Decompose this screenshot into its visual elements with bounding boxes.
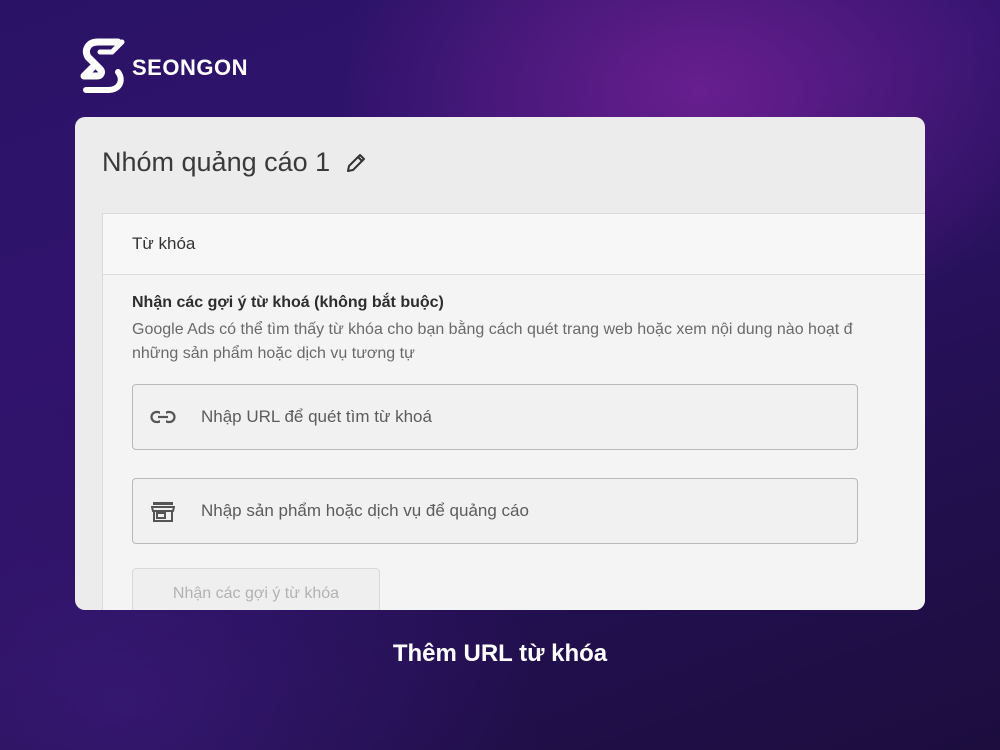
url-input[interactable] xyxy=(199,406,803,428)
ad-group-panel: Nhóm quảng cáo 1 Từ khóa Nhận các gợi ý … xyxy=(75,117,925,610)
description-line-1: Google Ads có thể tìm thấy từ khóa cho b… xyxy=(132,321,853,338)
store-icon xyxy=(149,499,177,523)
product-input[interactable] xyxy=(199,500,803,522)
page-title: Nhóm quảng cáo 1 xyxy=(102,147,368,178)
description-line-2: những sản phẩm hoặc dịch vụ tương tự xyxy=(132,345,415,362)
url-field[interactable] xyxy=(132,384,858,450)
brand: SEONGON xyxy=(78,36,248,96)
keyword-suggestions-section: Nhận các gợi ý từ khoá (không bắt buộc) … xyxy=(132,294,925,366)
keywords-header-label: Từ khóa xyxy=(132,234,196,253)
suggestions-title: Nhận các gợi ý từ khoá (không bắt buộc) xyxy=(132,294,444,311)
link-icon xyxy=(149,405,177,429)
product-field[interactable] xyxy=(132,478,858,544)
suggestions-description: Google Ads có thể tìm thấy từ khóa cho b… xyxy=(132,318,925,366)
brand-name: SEONGON xyxy=(132,55,248,80)
caption: Thêm URL từ khóa xyxy=(392,640,608,667)
ad-group-title: Nhóm quảng cáo 1 xyxy=(102,147,331,177)
seongon-logo-icon xyxy=(80,38,125,93)
keywords-card-header: Từ khóa xyxy=(103,214,925,275)
keywords-card: Từ khóa Nhận các gợi ý từ khoá (không bắ… xyxy=(102,213,925,610)
get-suggestions-button[interactable]: Nhận các gợi ý từ khóa xyxy=(132,568,380,610)
pencil-icon[interactable] xyxy=(344,151,368,175)
